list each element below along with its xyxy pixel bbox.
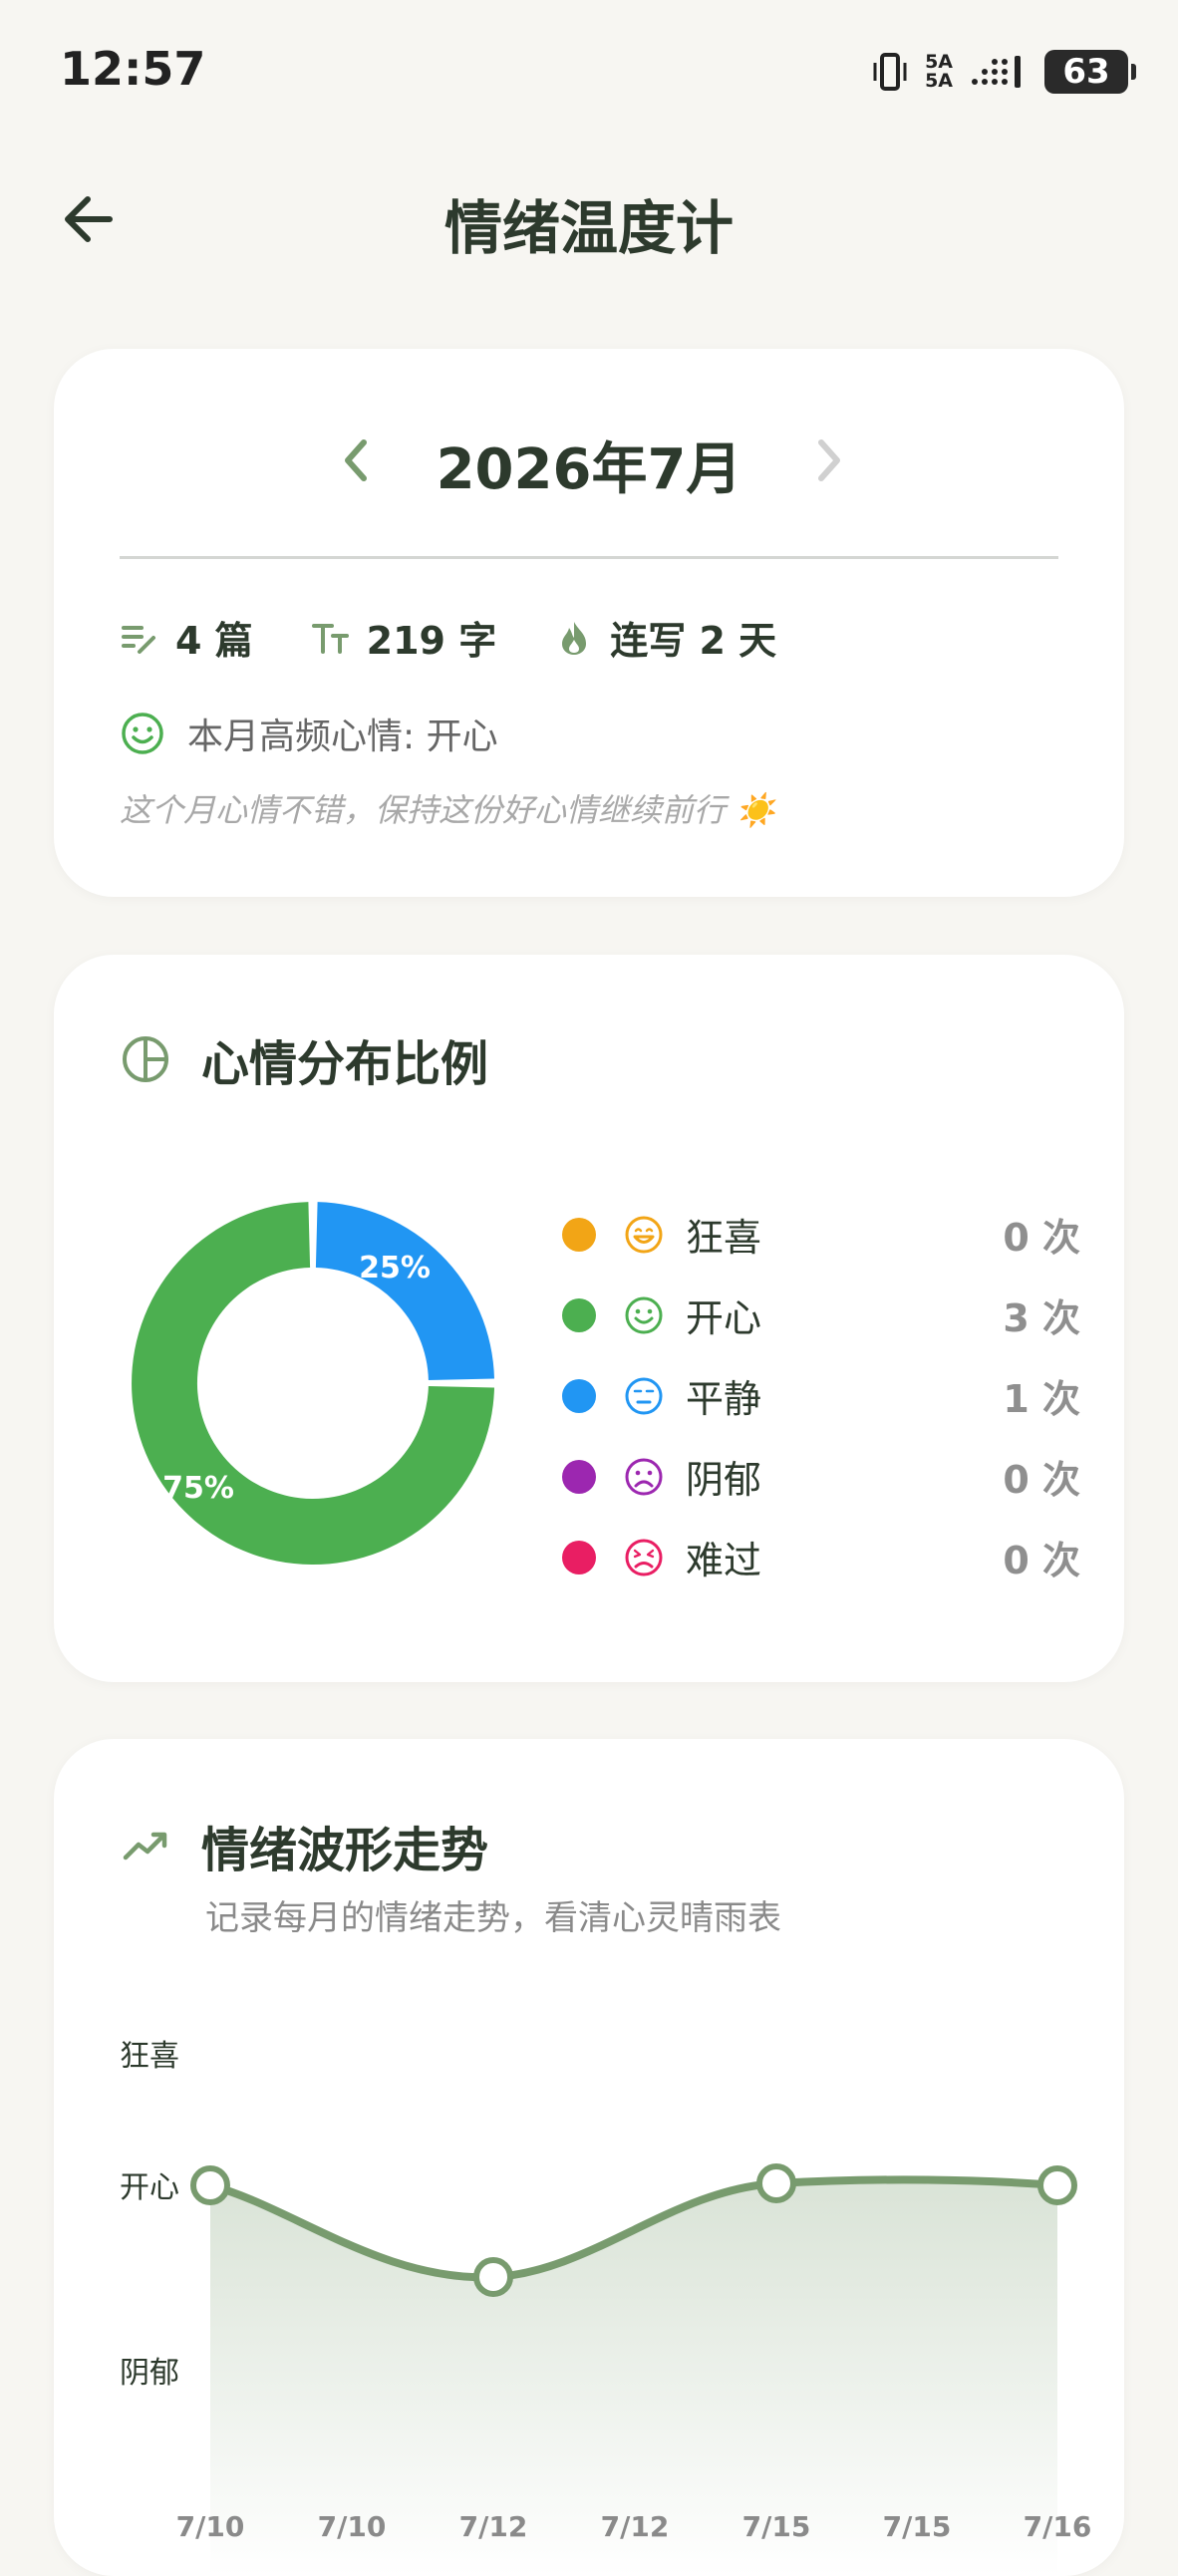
neutral-face-icon bbox=[625, 1377, 663, 1414]
wave-point bbox=[473, 2257, 513, 2297]
x-tick-label: 7/16 bbox=[1024, 2510, 1092, 2543]
distribution-header: 心情分布比例 bbox=[120, 1024, 488, 1094]
stats-row: 4 篇 219 字 连写 2 天 bbox=[120, 610, 834, 665]
legend-dot bbox=[562, 1297, 596, 1332]
wave-point bbox=[190, 2165, 230, 2205]
distribution-title: 心情分布比例 bbox=[201, 1036, 489, 1092]
signal-icon bbox=[972, 56, 1021, 88]
notes-edit-icon bbox=[122, 625, 155, 654]
legend-name: 平静 bbox=[686, 1377, 762, 1421]
mood-wave-chart: 狂喜 开心 阴郁 7/10 7/10 7/12 7/12 7/15 7/15 7… bbox=[120, 2039, 1092, 2576]
legend-item: 狂喜 0 次 bbox=[562, 1194, 1080, 1275]
legend-count: 0 次 bbox=[1003, 1458, 1080, 1502]
divider bbox=[120, 556, 1058, 559]
current-month: 2026年7月 bbox=[436, 437, 742, 502]
grin-face-icon bbox=[625, 1216, 663, 1253]
y-tick-label: 开心 bbox=[120, 2170, 179, 2205]
x-tick-label: 7/15 bbox=[742, 2510, 811, 2543]
legend-item: 平静 1 次 bbox=[562, 1355, 1080, 1436]
stat-streak: 连写 2 天 bbox=[554, 610, 776, 665]
x-tick-label: 7/10 bbox=[318, 2510, 387, 2543]
entries-count: 4 篇 bbox=[175, 619, 253, 663]
summary-message: 这个月心情不错，保持这份好心情继续前行 ☀️ bbox=[120, 791, 776, 829]
page-title: 情绪温度计 bbox=[443, 194, 734, 262]
flame-icon bbox=[562, 621, 587, 655]
status-time: 12:57 bbox=[60, 42, 206, 96]
legend-item: 难过 0 次 bbox=[562, 1517, 1080, 1597]
y-tick-label: 狂喜 bbox=[120, 2039, 179, 2074]
legend-count: 0 次 bbox=[1003, 1539, 1080, 1582]
legend-count: 1 次 bbox=[1003, 1377, 1080, 1421]
sad-face-icon bbox=[625, 1539, 663, 1575]
legend-name: 开心 bbox=[686, 1296, 762, 1340]
legend-item: 开心 3 次 bbox=[562, 1275, 1080, 1355]
donut-label-calm: 25% bbox=[359, 1251, 431, 1286]
top-mood: 本月高频心情: 开心 bbox=[120, 708, 498, 759]
status-bar: 12:57 5A 5A 63 bbox=[0, 0, 1178, 140]
donut-slice-calm bbox=[315, 1202, 494, 1380]
text-size-icon bbox=[311, 623, 349, 654]
smile-face-icon bbox=[625, 1296, 663, 1333]
x-tick-label: 7/15 bbox=[883, 2510, 952, 2543]
pie-chart-icon bbox=[123, 1036, 168, 1082]
battery-indicator: 63 bbox=[1044, 50, 1136, 94]
y-tick-label: 阴郁 bbox=[120, 2356, 179, 2391]
legend-name: 难过 bbox=[686, 1539, 762, 1582]
legend-dot bbox=[562, 1459, 596, 1494]
wave-point bbox=[756, 2163, 796, 2203]
mood-distribution-card: 心情分布比例 25% 75% 狂喜 0 次 开心 3 次 平静 1 次 阴郁 0… bbox=[54, 955, 1124, 1682]
legend-dot bbox=[562, 1217, 596, 1252]
donut-label-happy: 75% bbox=[162, 1471, 234, 1506]
status-icons: 5A 5A 63 bbox=[871, 50, 1136, 94]
network-type: 5A 5A bbox=[925, 53, 953, 91]
legend-count: 0 次 bbox=[1003, 1216, 1080, 1260]
frown-face-icon bbox=[625, 1458, 663, 1495]
stat-words: 219 字 bbox=[311, 610, 497, 665]
monthly-summary-card: 2026年7月 4 篇 219 字 连写 2 天 本月高频心情: 开心 这个月心… bbox=[54, 349, 1124, 897]
mood-legend: 狂喜 0 次 开心 3 次 平静 1 次 阴郁 0 次 难过 0 次 bbox=[562, 1194, 1080, 1597]
next-month-button[interactable] bbox=[801, 430, 857, 490]
smile-face-icon bbox=[122, 713, 163, 754]
stat-entries: 4 篇 bbox=[120, 610, 253, 665]
wave-point bbox=[1037, 2165, 1077, 2205]
x-tick-label: 7/12 bbox=[459, 2510, 528, 2543]
word-count: 219 字 bbox=[366, 619, 497, 663]
legend-dot bbox=[562, 1378, 596, 1413]
streak-text: 连写 2 天 bbox=[610, 619, 777, 663]
vibrate-icon bbox=[873, 53, 907, 91]
month-switcher: 2026年7月 bbox=[54, 421, 1124, 502]
app-bar: 情绪温度计 bbox=[0, 159, 1178, 279]
mood-donut-chart: 25% 75% bbox=[132, 1202, 494, 1566]
legend-count: 3 次 bbox=[1003, 1296, 1080, 1340]
sim2-network: 5A bbox=[925, 70, 953, 92]
x-tick-label: 7/12 bbox=[601, 2510, 670, 2543]
legend-name: 狂喜 bbox=[686, 1216, 762, 1260]
x-tick-label: 7/10 bbox=[176, 2510, 245, 2543]
mood-trend-card: 情绪波形走势 记录每月的情绪走势，看清心灵晴雨表 狂喜 开心 阴郁 7/10 7… bbox=[54, 1739, 1124, 2576]
legend-name: 阴郁 bbox=[686, 1458, 762, 1502]
legend-dot bbox=[562, 1540, 596, 1574]
legend-item: 阴郁 0 次 bbox=[562, 1436, 1080, 1517]
top-mood-text: 本月高频心情: 开心 bbox=[187, 716, 498, 757]
